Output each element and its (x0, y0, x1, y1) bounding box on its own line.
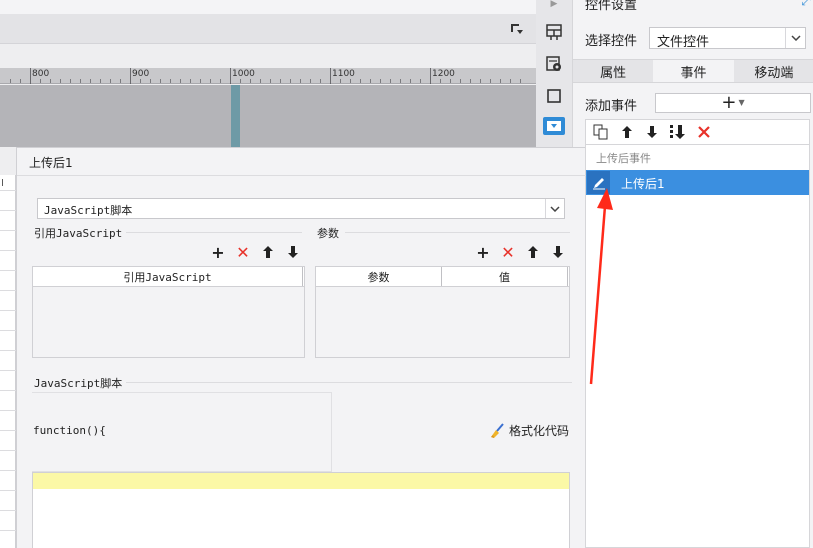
widget-settings-icon[interactable] (544, 54, 564, 74)
event-editor-dialog: 上传后1 JavaScript脚本 引用JavaScript + ✕ 引用Jav… (16, 147, 586, 548)
select-widget-dropdown[interactable]: 文件控件 (649, 27, 806, 50)
delete-ref-js-button[interactable]: ✕ (234, 243, 252, 262)
params-table-header: 参数 值 (316, 267, 569, 287)
script-type-select[interactable]: JavaScript脚本 (37, 198, 565, 219)
tab-events[interactable]: 事件 (653, 60, 734, 82)
add-event-button[interactable]: + ▼ (655, 93, 811, 113)
select-widget-value: 文件控件 (657, 35, 710, 50)
panel-tabs: 属性 事件 移动端 (573, 59, 813, 83)
delete-param-button[interactable]: ✕ (499, 243, 517, 262)
event-toolbar (585, 119, 810, 145)
red-x-icon[interactable] (695, 123, 713, 141)
chevron-down-icon[interactable] (545, 199, 564, 218)
param-value-column-header: 值 (442, 267, 568, 286)
canvas-guide-column (231, 85, 240, 147)
select-widget-label: 选择控件 (585, 34, 638, 49)
ref-js-section-label: 引用JavaScript (34, 225, 127, 241)
format-code-button[interactable]: 格式化代码 (489, 422, 569, 439)
chevron-down-icon[interactable] (785, 28, 805, 48)
broom-icon (491, 422, 504, 438)
ruler-label: 1000 (232, 69, 255, 79)
params-table: 参数 值 (315, 266, 570, 358)
script-type-value: JavaScript脚本 (44, 204, 133, 217)
ruler-label: 1200 (432, 69, 455, 79)
add-ref-js-button[interactable]: + (209, 243, 227, 262)
js-script-section-label: JavaScript脚本 (34, 375, 127, 391)
ruler-label: 1100 (332, 69, 355, 79)
dialog-title-bar: 上传后1 (17, 148, 586, 176)
add-event-label: 添加事件 (585, 99, 638, 114)
design-canvas[interactable] (0, 85, 536, 147)
pencil-icon[interactable] (587, 171, 610, 194)
editor-toolbar (0, 14, 536, 44)
move-bottom-icon[interactable] (669, 123, 687, 141)
move-down-ref-js-button[interactable] (284, 243, 302, 261)
event-group-label: 上传后事件 (596, 152, 651, 165)
move-down-param-button[interactable] (549, 243, 567, 261)
editor-top-strip (0, 0, 536, 14)
layout-widget-icon[interactable] (544, 22, 564, 42)
side-icon-column: ▶ (536, 0, 572, 147)
move-up-param-button[interactable] (524, 243, 542, 261)
ruler-label: 800 (32, 69, 50, 79)
collapse-arrow-icon[interactable]: ▶ (544, 0, 564, 14)
active-line-highlight (33, 473, 569, 489)
grid-row-headers (0, 175, 16, 548)
ref-js-table-header: 引用JavaScript (33, 267, 304, 287)
params-section-label: 参数 (317, 225, 343, 241)
toolbar-menu-icon[interactable] (510, 22, 524, 36)
param-name-column-header: 参数 (316, 267, 442, 286)
tab-mobile[interactable]: 移动端 (733, 60, 813, 82)
plus-icon: + (721, 92, 737, 113)
function-signature: function(){ (33, 424, 106, 437)
widget-settings-panel: 控件设置 ⤢ 选择控件 文件控件 属性 事件 移动端 添加事件 + ▼ 上传后事… (572, 0, 813, 548)
ruler-label: 900 (132, 69, 150, 79)
arrow-down-icon[interactable] (643, 123, 661, 141)
grid-cell-text: I (1, 178, 4, 189)
copy-icon[interactable] (592, 123, 610, 141)
dropdown-widget-icon[interactable] (543, 117, 565, 135)
tab-properties[interactable]: 属性 (573, 60, 654, 82)
event-list: 上传后事件 上传后1 (585, 145, 810, 548)
horizontal-ruler: 800 900 1000 1100 1200 (0, 68, 536, 84)
event-list-item[interactable]: 上传后1 (586, 170, 809, 195)
ref-js-table: 引用JavaScript (32, 266, 305, 358)
event-item-label: 上传后1 (621, 177, 665, 191)
ref-js-column-header: 引用JavaScript (33, 267, 303, 286)
format-code-label: 格式化代码 (509, 424, 570, 438)
dialog-title: 上传后1 (29, 156, 73, 170)
panel-title: 控件设置 (585, 0, 638, 13)
arrow-up-icon[interactable] (618, 123, 636, 141)
caret-down-icon: ▼ (738, 98, 745, 107)
move-up-ref-js-button[interactable] (259, 243, 277, 261)
code-editor[interactable] (32, 472, 570, 548)
frame-square-icon[interactable] (544, 86, 564, 106)
add-param-button[interactable]: + (474, 243, 492, 262)
expand-icon[interactable]: ⤢ (801, 0, 811, 9)
